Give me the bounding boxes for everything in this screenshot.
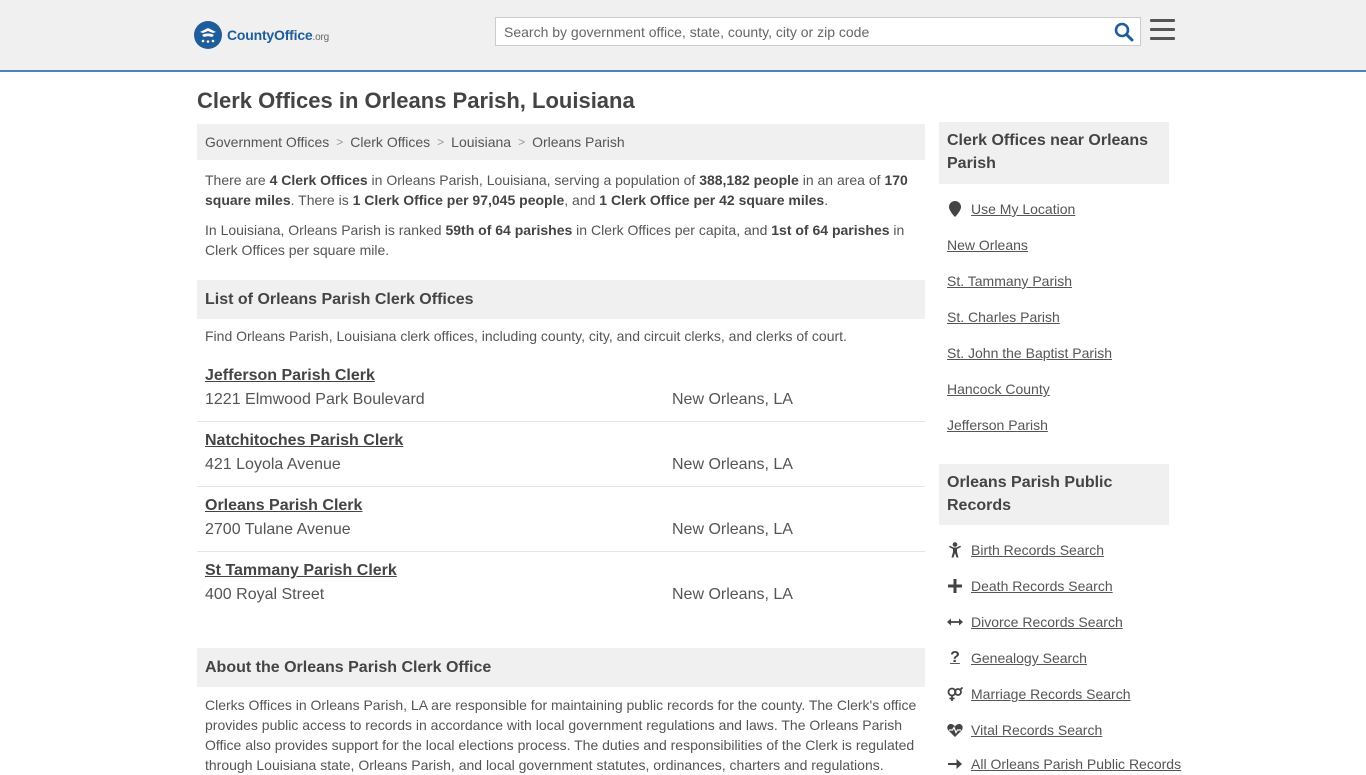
breadcrumb-government-offices[interactable]: Government Offices bbox=[205, 134, 329, 150]
arrows-split-icon bbox=[947, 614, 963, 630]
intro-text-segment: , and bbox=[564, 192, 600, 208]
child-icon bbox=[947, 542, 963, 558]
gender-icon bbox=[947, 686, 963, 702]
intro-text-segment: in an area of bbox=[798, 172, 885, 188]
logo-seal-icon bbox=[194, 21, 222, 49]
nearby-link-st-charles-parish[interactable]: St. Charles Parish bbox=[947, 309, 1060, 325]
office-city: New Orleans, LA bbox=[672, 521, 793, 538]
highlight-stat: 388,182 people bbox=[699, 172, 799, 188]
site-header: CountyOffice.org bbox=[0, 0, 1366, 72]
question-icon: ? bbox=[950, 649, 960, 666]
office-name-link[interactable]: Jefferson Parish Clerk bbox=[205, 367, 375, 385]
office-name-link[interactable]: Orleans Parish Clerk bbox=[205, 497, 362, 515]
intro-text-segment: in Clerk Offices per capita, and bbox=[572, 222, 772, 238]
office-address: 1221 Elmwood Park Boulevard bbox=[205, 391, 425, 408]
vital-records-link[interactable]: Vital Records Search bbox=[947, 722, 1102, 738]
breadcrumb: Government Offices > Clerk Offices > Lou… bbox=[197, 124, 925, 160]
nearby-link-jefferson-parish[interactable]: Jefferson Parish bbox=[947, 417, 1048, 433]
intro-ranking: In Louisiana, Orleans Parish is ranked 5… bbox=[205, 220, 917, 260]
cross-icon bbox=[947, 578, 963, 594]
list-description: Find Orleans Parish, Louisiana clerk off… bbox=[205, 328, 847, 344]
search-icon[interactable] bbox=[1114, 22, 1134, 42]
marriage-records-link[interactable]: Marriage Records Search bbox=[947, 686, 1131, 702]
breadcrumb-separator-icon: > bbox=[336, 135, 344, 149]
office-city: New Orleans, LA bbox=[672, 456, 793, 473]
office-row: St Tammany Parish Clerk 400 Royal Street… bbox=[197, 552, 925, 617]
death-records-link[interactable]: Death Records Search bbox=[947, 578, 1113, 594]
map-pin-icon bbox=[947, 201, 963, 217]
intro-text-segment: . There is bbox=[290, 192, 353, 208]
about-section-heading: About the Orleans Parish Clerk Office bbox=[197, 648, 925, 687]
nearby-link-st-john-the-baptist-parish[interactable]: St. John the Baptist Parish bbox=[947, 345, 1112, 361]
office-city: New Orleans, LA bbox=[672, 391, 793, 408]
breadcrumb-separator-icon: > bbox=[437, 135, 445, 149]
hamburger-menu-icon[interactable] bbox=[1150, 19, 1175, 41]
breadcrumb-separator-icon: > bbox=[518, 135, 526, 149]
highlight-stat: 59th of 64 parishes bbox=[445, 222, 573, 238]
page-title: Clerk Offices in Orleans Parish, Louisia… bbox=[197, 88, 635, 113]
divorce-records-link[interactable]: Divorce Records Search bbox=[947, 614, 1123, 630]
logo-wordmark: CountyOffice.org bbox=[227, 27, 329, 43]
intro-text-segment: In Louisiana, Orleans Parish is ranked bbox=[205, 222, 446, 238]
intro-text-segment: in Orleans Parish, Louisiana, serving a … bbox=[367, 172, 700, 188]
office-address: 2700 Tulane Avenue bbox=[205, 521, 351, 538]
office-address: 421 Loyola Avenue bbox=[205, 456, 341, 473]
nearby-link-hancock-county[interactable]: Hancock County bbox=[947, 381, 1050, 397]
search-input[interactable] bbox=[496, 18, 1106, 45]
about-text: Clerks Offices in Orleans Parish, LA are… bbox=[205, 697, 917, 773]
highlight-stat: 1st of 64 parishes bbox=[771, 222, 890, 238]
use-my-location-link[interactable]: Use My Location bbox=[947, 201, 1075, 217]
office-address: 400 Royal Street bbox=[205, 586, 325, 603]
genealogy-search-link[interactable]: ? Genealogy Search bbox=[947, 649, 1087, 666]
highlight-stat: 4 Clerk Offices bbox=[269, 172, 368, 188]
highlight-stat: 1 Clerk Office per 97,045 people bbox=[352, 192, 565, 208]
breadcrumb-clerk-offices[interactable]: Clerk Offices bbox=[350, 134, 430, 150]
search-bar bbox=[495, 17, 1141, 46]
heartbeat-icon bbox=[947, 722, 963, 738]
all-public-records-link[interactable]: All Orleans Parish Public Records bbox=[947, 756, 1181, 772]
site-logo[interactable]: CountyOffice.org bbox=[194, 20, 329, 50]
office-row: Natchitoches Parish Clerk 421 Loyola Ave… bbox=[197, 422, 925, 487]
list-section-heading: List of Orleans Parish Clerk Offices bbox=[197, 280, 925, 319]
office-row: Jefferson Parish Clerk 1221 Elmwood Park… bbox=[197, 357, 925, 422]
breadcrumb-louisiana[interactable]: Louisiana bbox=[451, 134, 511, 150]
office-name-link[interactable]: Natchitoches Parish Clerk bbox=[205, 432, 403, 450]
highlight-stat: 1 Clerk Office per 42 square miles bbox=[599, 192, 825, 208]
breadcrumb-orleans-parish: Orleans Parish bbox=[532, 134, 625, 150]
public-records-heading: Orleans Parish Public Records bbox=[939, 464, 1169, 525]
intro-stats: There are 4 Clerk Offices in Orleans Par… bbox=[205, 170, 917, 210]
birth-records-link[interactable]: Birth Records Search bbox=[947, 542, 1104, 558]
intro-text-segment: There are bbox=[205, 172, 270, 188]
office-name-link[interactable]: St Tammany Parish Clerk bbox=[205, 562, 397, 580]
nearby-link-st-tammany-parish[interactable]: St. Tammany Parish bbox=[947, 273, 1072, 289]
office-row: Orleans Parish Clerk 2700 Tulane Avenue … bbox=[197, 487, 925, 552]
office-city: New Orleans, LA bbox=[672, 586, 793, 603]
nearby-heading: Clerk Offices near Orleans Parish bbox=[939, 122, 1169, 184]
nearby-link-new-orleans[interactable]: New Orleans bbox=[947, 237, 1028, 253]
intro-text-segment: . bbox=[824, 192, 829, 208]
arrow-right-icon bbox=[947, 756, 963, 772]
